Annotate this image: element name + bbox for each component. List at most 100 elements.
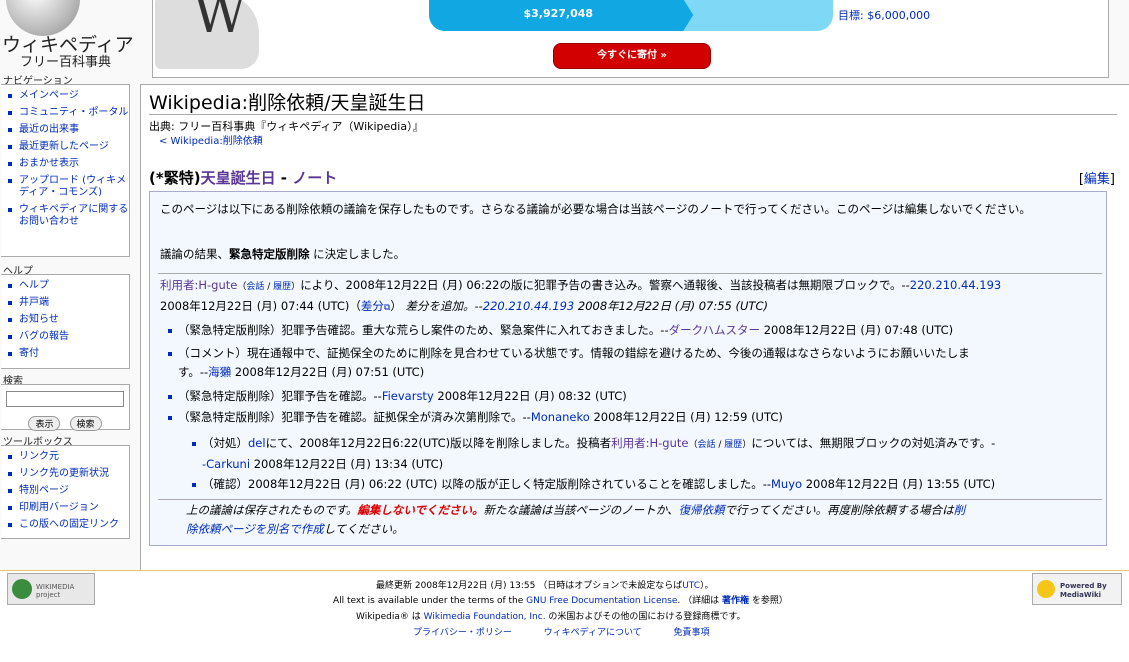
toolbox-special-pages[interactable]: 特別ページ (19, 485, 69, 496)
privacy-policy-link[interactable]: プライバシー・ポリシー (413, 628, 512, 638)
comment-item: （確認）2008年12月22日 (月) 06:22 (UTC) 以降の版が正しく… (202, 475, 995, 494)
help-bug-report[interactable]: バグの報告 (19, 331, 69, 342)
help-portlet: ヘルプ 井戸端 お知らせ バグの報告 寄付 (1, 274, 130, 369)
mediawiki-logo-text: Powered By MediaWiki (1060, 582, 1107, 599)
comment-text: （コメント）現在通報中で、証拠保全のために削除を見合わせている状態です。情報の錯… (178, 346, 970, 360)
comment-text: （緊急特定版削除）犯罪予告を確認。-- (178, 389, 382, 403)
footer-notice-text: してください。 (323, 522, 404, 536)
license-text: All text is available under the terms of… (333, 596, 527, 606)
nav-current-events[interactable]: 最近の出来事 (19, 124, 79, 135)
diff-link[interactable]: 差分 (361, 299, 384, 313)
comment-item: （緊急特定版削除）犯罪予告を確認。証拠保全が済み次第削除で。--Monaneko… (178, 408, 783, 427)
result-decision: 緊急特定版削除 (229, 247, 310, 261)
trademark-text: Wikipedia® は (356, 612, 424, 622)
nav-portlet: メインページ コミュニティ・ポータル 最近の出来事 最近更新したページ おまかせ… (1, 84, 130, 257)
comment-text: （確認）2008年12月22日 (月) 06:22 (UTC) 以降の版が正しく… (202, 477, 771, 491)
comment-user-link[interactable]: 海獺 (208, 365, 231, 379)
nominator-talk-link[interactable]: 会話 (246, 282, 264, 292)
comment-time: 2008年12月22日 (月) 07:51 (UTC) (231, 365, 425, 379)
heading-article-link[interactable]: 天皇誕生日 (201, 169, 276, 187)
comment-text: については、無期限ブロックの対処済みです。- (751, 436, 996, 450)
ip-link-2[interactable]: 220.210.44.193 (483, 299, 574, 313)
comment-user-link[interactable]: -Carkuni (202, 457, 250, 471)
puzzle-piece-icon: W (153, 0, 283, 77)
deletion-request-link[interactable]: 除依頼ページを別名で作成 (186, 522, 324, 536)
comment-text: にて、2008年12月22日6:22(UTC)版以降を削除しました。投稿者 (265, 436, 612, 450)
ip-link-1[interactable]: 220.210.44.193 (910, 278, 1001, 292)
go-button[interactable]: 表示 (28, 416, 61, 431)
trademark-notice: Wikipedia® は Wikimedia Foundation, Inc. … (356, 609, 746, 622)
powered-by-mediawiki-logo[interactable]: Powered By MediaWiki (1032, 573, 1122, 605)
gfdl-link[interactable]: GNU Free Documentation License (526, 596, 677, 606)
nomination-body: により、2008年12月22日 (月) 06:22の版に犯罪予告の書き込み。警察… (300, 278, 910, 292)
del-link[interactable]: del (248, 436, 266, 450)
trademark-text: の米国およびその他の国における登録商標です。 (545, 612, 746, 622)
logo-tagline: フリー百科事典 (20, 55, 112, 70)
help-village-pump[interactable]: 井戸端 (19, 297, 49, 308)
nav-random-page[interactable]: おまかせ表示 (19, 158, 79, 169)
blocked-user-link[interactable]: 利用者:H-gute (611, 436, 688, 450)
utc-link[interactable]: UTC (682, 581, 700, 591)
toolbox-portlet: リンク元 リンク先の更新状況 特別ページ 印刷用バージョン この版への固定リンク (1, 445, 130, 539)
footer-notice-text: で行ってください。再度削除依頼する場合は (724, 503, 954, 517)
result-line: 議論の結果、緊急特定版削除 に決定しました。 (160, 245, 405, 264)
wikipedia-logo[interactable]: ウィキペディア フリー百科事典 (0, 0, 140, 76)
donation-goal[interactable]: 目標: $6,000,000 (838, 7, 930, 23)
help-help[interactable]: ヘルプ (19, 280, 49, 291)
deletion-request-link[interactable]: 削 (954, 503, 966, 517)
footer-links: プライバシー・ポリシー ウィキペディアについて 免責事項 (413, 625, 709, 638)
section-heading: (*緊特)天皇誕生日 - ノート (149, 167, 337, 188)
nominator-history-link[interactable]: 履歴 (273, 282, 291, 292)
search-portlet: 表示 検索 (1, 384, 130, 431)
nomination-time: 2008年12月22日 (月) 07:44 (UTC) (160, 299, 350, 313)
comment-time: 2008年12月22日 (月) 08:32 (UTC) (433, 389, 627, 403)
heading-talk-link[interactable]: ノート (292, 169, 337, 187)
blocked-user-talk-link[interactable]: 会話 (698, 440, 716, 450)
nominator-user-link[interactable]: 利用者:H-gute (160, 278, 237, 292)
wikimedia-project-logo[interactable]: WIKIMEDIA project (7, 573, 95, 605)
heading-prefix: (*緊特) (149, 169, 201, 187)
copyright-link[interactable]: 著作権 (722, 596, 749, 606)
about-link[interactable]: ウィキペディアについて (544, 628, 642, 638)
toolbox-what-links-here[interactable]: リンク元 (19, 451, 59, 462)
comment-user-link[interactable]: Muyo (771, 477, 802, 491)
diff-added-time: 2008年12月22日 (月) 07:55 (UTC) (577, 299, 768, 313)
toolbox-permalink[interactable]: この版への固定リンク (19, 519, 119, 530)
disclaimer-link[interactable]: 免責事項 (673, 628, 709, 638)
comment-text: （緊急特定版削除）犯罪予告確認。重大な荒らし案件のため、緊急案件に入れておきまし… (178, 323, 669, 337)
license-notice: All text is available under the terms of… (333, 593, 788, 606)
nav-contact[interactable]: ウィキペディアに関するお問い合わせ (19, 204, 128, 227)
search-button[interactable]: 検索 (69, 416, 102, 431)
help-donate[interactable]: 寄付 (19, 348, 39, 359)
comment-text: （対処） (202, 436, 248, 450)
help-announcements[interactable]: お知らせ (19, 314, 59, 325)
nav-community-portal[interactable]: コミュニティ・ポータル (19, 107, 128, 118)
fundraiser-banner: W $3,927,048 目標: $6,000,000 今すぐに寄付 » (152, 0, 1109, 78)
toolbox-printable[interactable]: 印刷用バージョン (19, 502, 99, 513)
comment-time: 2008年12月22日 (月) 12:59 (UTC) (589, 410, 783, 424)
comment-user-link[interactable]: Fievarsty (382, 389, 434, 403)
result-post: に決定しました。 (309, 247, 406, 261)
comment-item: （対処）delにて、2008年12月22日6:22(UTC)版以降を削除しました… (202, 436, 996, 471)
last-modified-text: 最終更新 2008年12月22日 (月) 13:55 （日時はオプションで未設定… (376, 581, 683, 591)
wikimedia-foundation-link[interactable]: Wikimedia Foundation, Inc. (424, 612, 546, 622)
subpage-breadcrumb[interactable]: < Wikipedia:削除依頼 (159, 132, 263, 147)
content-area: Wikipedia:削除依頼/天皇誕生日 出典: フリー百科事典『ウィキペディア… (140, 84, 1129, 570)
comment-user-link[interactable]: ダークハムスター (669, 323, 760, 337)
comment-user-link[interactable]: Monaneko (531, 410, 590, 424)
edit-section: [編集] (1078, 172, 1115, 187)
donate-now-button[interactable]: 今すぐに寄付 » (553, 43, 711, 69)
nav-recent-changes[interactable]: 最近更新したページ (19, 141, 109, 152)
blocked-user-history-link[interactable]: 履歴 (724, 440, 742, 450)
search-input[interactable] (6, 391, 124, 407)
comment-item: （コメント）現在通報中で、証拠保全のために削除を見合わせている状態です。情報の錯… (178, 344, 1098, 382)
comment-text: （緊急特定版削除）犯罪予告を確認。証拠保全が済み次第削除で。-- (178, 410, 531, 424)
nav-upload[interactable]: アップロード (ウィキメディア・コモンズ) (19, 175, 126, 198)
toolbox-related-changes[interactable]: リンク先の更新状況 (19, 468, 109, 479)
nav-main-page[interactable]: メインページ (19, 90, 79, 101)
last-modified: 最終更新 2008年12月22日 (月) 13:55 （日時はオプションで未設定… (376, 578, 714, 591)
edit-section-link[interactable]: 編集 (1084, 172, 1110, 187)
breadcrumb-link[interactable]: < Wikipedia:削除依頼 (159, 136, 263, 147)
undeletion-request-link[interactable]: 復帰依頼 (679, 503, 725, 517)
archive-notice: このページは以下にある削除依頼の議論を保存したものです。さらなる議論が必要な場合… (160, 202, 1031, 216)
